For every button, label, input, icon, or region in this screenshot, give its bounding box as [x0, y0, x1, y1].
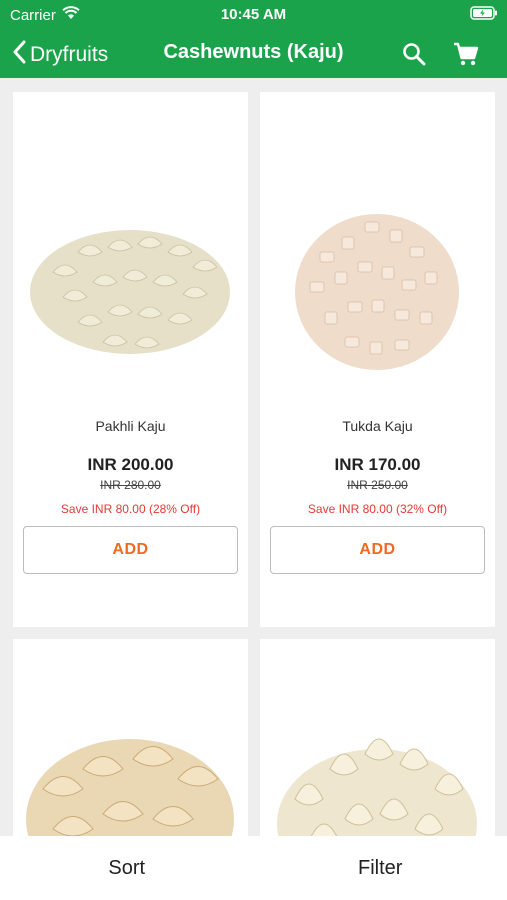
back-label: Dryfruits — [30, 43, 109, 66]
back-button[interactable]: Dryfruits — [12, 40, 108, 70]
bottom-bar: Sort Filter — [0, 836, 507, 900]
product-grid: Pakhli Kaju INR 200.00 INR 280.00 Save I… — [13, 92, 495, 889]
add-button[interactable]: ADD — [23, 526, 238, 574]
sort-button[interactable]: Sort — [0, 836, 254, 900]
product-price: INR 170.00 — [334, 455, 421, 474]
product-savings: Save INR 80.00 (32% Off) — [307, 502, 448, 516]
product-image[interactable] — [270, 152, 485, 412]
nav-bar: Dryfruits Cashewnuts (Kaju) — [0, 30, 507, 78]
search-icon[interactable] — [399, 39, 429, 69]
product-name: Tukda Kaju — [342, 418, 413, 434]
battery-icon — [470, 6, 498, 24]
product-image[interactable] — [23, 152, 238, 412]
status-bar: Carrier 10:45 AM — [0, 0, 507, 30]
status-time: 10:45 AM — [220, 6, 287, 23]
product-card[interactable]: Tukda Kaju INR 170.00 INR 250.00 Save IN… — [260, 92, 495, 627]
product-mrp: INR 280.00 — [100, 478, 161, 492]
filter-button[interactable]: Filter — [254, 836, 507, 900]
product-card[interactable]: Pakhli Kaju INR 200.00 INR 280.00 Save I… — [13, 92, 248, 627]
product-savings: Save INR 80.00 (28% Off) — [60, 502, 201, 516]
product-name: Pakhli Kaju — [95, 418, 166, 434]
product-price: INR 200.00 — [87, 455, 174, 474]
cart-icon[interactable] — [451, 39, 481, 69]
add-button[interactable]: ADD — [270, 526, 485, 574]
chevron-left-icon — [12, 40, 26, 70]
product-mrp: INR 250.00 — [347, 478, 408, 492]
